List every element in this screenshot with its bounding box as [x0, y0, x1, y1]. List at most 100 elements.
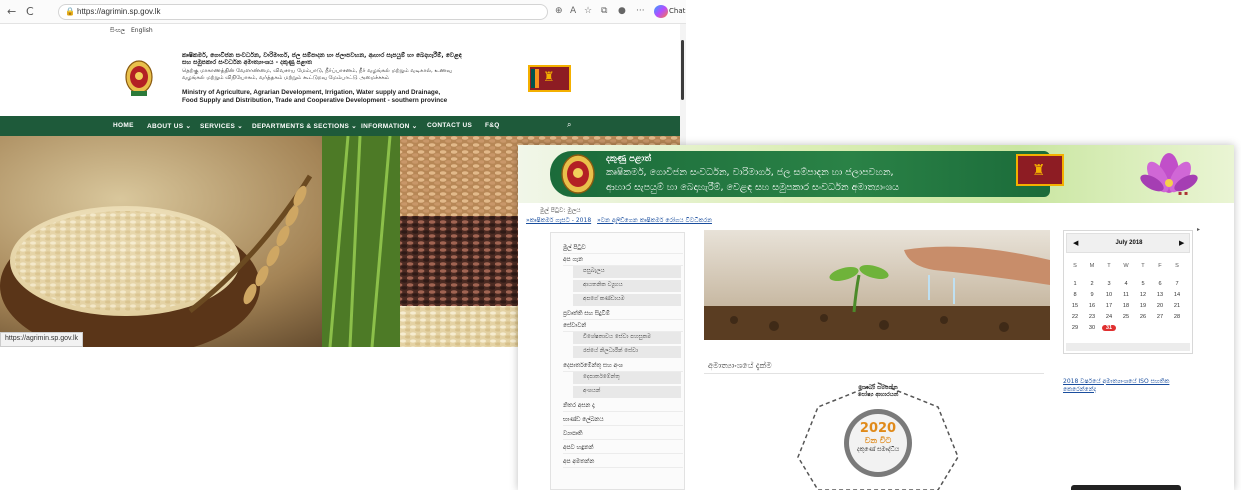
calendar-day[interactable]: 7 [1170, 281, 1184, 287]
calendar-day[interactable]: 12 [1136, 292, 1150, 298]
calendar-day[interactable]: 1 [1068, 281, 1082, 287]
calendar-month: July 2018 [1115, 240, 1143, 246]
calendar-day[interactable]: 10 [1102, 292, 1116, 298]
nav-contact-us[interactable]: CONTACT US [427, 122, 472, 129]
nav-information[interactable]: INFORMATION ⌄ [361, 122, 418, 130]
sidebar-item-services[interactable]: සේවාවන් [563, 323, 683, 332]
sidebar-item-contact[interactable]: අප අමතන්න [563, 459, 683, 468]
sidebar-item-faq[interactable]: නිතර අසන දෑ [563, 403, 683, 412]
sidebar-item-news[interactable]: ප්‍රවෘත්ති සහ සිදුවීම් [563, 311, 683, 320]
vision-divider [704, 373, 1044, 374]
calendar-day[interactable]: 23 [1085, 314, 1099, 320]
calendar-today[interactable]: 31 [1102, 325, 1116, 331]
calendar-day[interactable]: 15 [1068, 303, 1082, 309]
sidebar-subitem-background[interactable]: පසුබැලය [573, 266, 681, 278]
site2-link-disease[interactable]: »වන අලිඩ්ගෙන කෘෂිකර්ම රෝගය විවධිකරන [597, 217, 712, 224]
vision-badge-line2: වන විට [864, 436, 892, 445]
sidebar-subitem-officer-services[interactable]: රජයේ නිලධාරීන් සේවා [573, 346, 681, 358]
vision-badge-top-line1: සෞඛ්‍ය සම්පන්න [858, 385, 898, 391]
collections-icon[interactable]: ⧉ [601, 6, 607, 16]
copilot-icon[interactable] [654, 5, 668, 18]
calendar-day[interactable]: 13 [1153, 292, 1167, 298]
calendar-day[interactable]: 21 [1170, 303, 1184, 309]
calendar-day[interactable]: 27 [1153, 314, 1167, 320]
sidebar-subitem-team[interactable]: අපගේ කණ්ඩායම [573, 294, 681, 306]
calendar-day[interactable]: 28 [1170, 314, 1184, 320]
nav-faq[interactable]: F&Q [485, 122, 500, 129]
sidebar-subitem-departments[interactable]: දෙපාර්තමේන්තු [573, 372, 681, 384]
vision-badge-top-text: සෞඛ්‍ය සම්පන්න පෝෂ්‍ය ආහාරයන් [788, 385, 968, 399]
vision-badge: සෞඛ්‍ය සම්පන්න පෝෂ්‍ය ආහාරයන් 2020 වන වි… [788, 377, 968, 490]
nav-home[interactable]: HOME [113, 122, 134, 129]
site2-title-line2: කෘෂිකර්ම, ගොවිජන සංවර්ධන, වාරිමාර්ග, ජල … [606, 167, 894, 178]
zoom-icon[interactable]: ⊕ [555, 6, 563, 16]
calendar-day[interactable]: 22 [1068, 314, 1082, 320]
nav-about-us[interactable]: ABOUT US ⌄ [147, 122, 191, 130]
main-nav: HOME ABOUT US ⌄ SERVICES ⌄ DEPARTMENTS &… [0, 116, 680, 136]
old-site-screenshot: දකුණු පළාත් කෘෂිකර්ම, ගොවිජන සංවර්ධන, වා… [518, 145, 1234, 490]
screenshot-collage: ← C 🔒 https://agrimin.sp.gov.lk ⊕ A ☆ ⧉ … [0, 0, 1241, 490]
vision-badge-line3: දකුණේ සමෘද්ධිය [856, 446, 900, 453]
calendar-day[interactable]: 14 [1170, 292, 1184, 298]
back-button[interactable]: ← [7, 6, 16, 18]
address-bar[interactable]: 🔒 https://agrimin.sp.gov.lk [58, 4, 548, 20]
calendar-day[interactable]: 26 [1136, 314, 1150, 320]
calendar-header: ◀ July 2018 ▶ [1066, 233, 1190, 253]
site2-link-gazette[interactable]: »කෘෂිකර්ම ගැසට - 2018 [526, 217, 591, 224]
scrollbar-thumb[interactable] [681, 40, 684, 100]
ministry-name-english: Ministry of Agriculture, Agrarian Develo… [182, 89, 482, 105]
iso-link[interactable]: 2018 වර්ෂයේ අමාත්‍යාංශයේ ISO සහතික කෙරෙන… [1063, 378, 1173, 393]
calendar-weekday: T [1107, 263, 1111, 269]
lang-sinhala[interactable]: සිංහල [110, 27, 125, 35]
sidebar-subitem-special-services[interactable]: විශේෂතාවය සේවා පහසුකම [573, 332, 681, 344]
sidebar-item-projects[interactable]: ව්‍යාපෘති [563, 431, 683, 440]
vision-heading: අමාත්‍යාංශයේ දැක්ම [708, 361, 772, 370]
search-icon[interactable]: ⌕ [567, 120, 571, 130]
calendar-day[interactable]: 30 [1085, 325, 1099, 331]
calendar-day[interactable]: 8 [1068, 292, 1082, 298]
expand-arrow-icon[interactable]: ▸ [1197, 226, 1200, 233]
more-icon[interactable]: ··· [636, 6, 645, 16]
nav-departments[interactable]: DEPARTMENTS & SECTIONS ⌄ [252, 122, 357, 130]
calendar-next-button[interactable]: ▶ [1179, 239, 1184, 247]
sidebar-item-home[interactable]: මුල් පිටුව [563, 245, 683, 254]
calendar-day[interactable]: 5 [1136, 281, 1150, 287]
calendar-day[interactable]: 6 [1153, 281, 1167, 287]
lang-english[interactable]: English [131, 27, 153, 34]
calendar-day[interactable]: 17 [1102, 303, 1116, 309]
refresh-button[interactable]: C [26, 6, 34, 18]
sri-lanka-emblem-icon [125, 60, 153, 96]
calendar-day[interactable]: 20 [1153, 303, 1167, 309]
calendar-day[interactable]: 25 [1119, 314, 1133, 320]
address-url: https://agrimin.sp.gov.lk [77, 7, 161, 16]
favorite-icon[interactable]: ☆ [584, 6, 592, 16]
calendar-day[interactable]: 9 [1085, 292, 1099, 298]
calendar-day[interactable]: 2 [1085, 281, 1099, 287]
language-flags-icon[interactable]: ▪ ▪ [1178, 190, 1188, 197]
read-aloud-icon[interactable]: A [570, 6, 576, 16]
calendar-day[interactable]: 19 [1136, 303, 1150, 309]
calendar-weekday: W [1123, 263, 1129, 269]
sidebar-subitem-sections[interactable]: අංශයන් [573, 386, 681, 398]
sidebar-item-about[interactable]: අප ගැන [563, 257, 683, 266]
calendar-day[interactable]: 3 [1102, 281, 1116, 287]
sidebar-item-inventory[interactable]: භාණ්ඩ ලේඛනය [563, 417, 683, 426]
copilot-label[interactable]: Chat [669, 7, 685, 15]
site2-flag-icon: ♜ [1016, 154, 1064, 186]
browser-toolbar: ← C 🔒 https://agrimin.sp.gov.lk ⊕ A ☆ ⧉ … [0, 0, 686, 24]
nav-services[interactable]: SERVICES ⌄ [200, 122, 243, 130]
calendar-day[interactable]: 18 [1119, 303, 1133, 309]
sidebar-item-about-us[interactable]: අපව හඳුනන් [563, 445, 683, 454]
profile-icon[interactable]: ● [618, 6, 626, 16]
site2-title-line1: දකුණු පළාත් [606, 154, 652, 164]
sidebar-subitem-structure[interactable]: ආයතනික ව්‍යුහය [573, 280, 681, 292]
site2-emblem-icon [561, 154, 595, 194]
calendar-day[interactable]: 4 [1119, 281, 1133, 287]
sidebar-item-departments[interactable]: දෙපාර්තමේන්තු සහ අංශ [563, 363, 683, 372]
calendar-day[interactable]: 24 [1102, 314, 1116, 320]
site2-breadcrumb: මුල් පිටුව: මුලය [540, 207, 581, 214]
calendar-day[interactable]: 11 [1119, 292, 1133, 298]
seedling-photo [704, 230, 1050, 340]
calendar-day[interactable]: 16 [1085, 303, 1099, 309]
calendar-day[interactable]: 29 [1068, 325, 1082, 331]
